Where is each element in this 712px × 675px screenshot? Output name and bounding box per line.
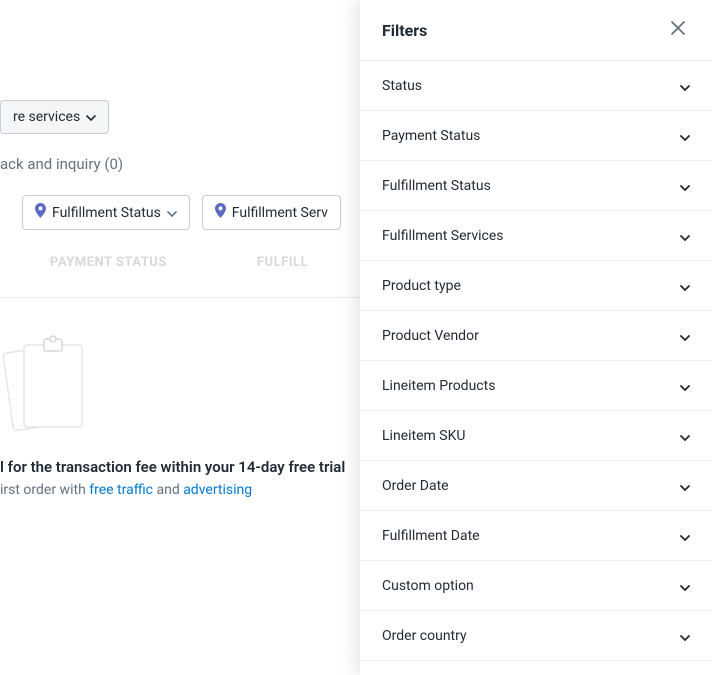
- filter-label: Payment Status: [382, 128, 480, 144]
- close-icon: [670, 20, 686, 40]
- filter-label: Lineitem Products: [382, 378, 495, 394]
- filter-row-order-date[interactable]: Order Date: [360, 461, 712, 511]
- tab-feedback-inquiry[interactable]: ack and inquiry (0): [0, 155, 123, 173]
- caret-down-icon: [680, 276, 690, 295]
- filter-row-order-country[interactable]: Order country: [360, 611, 712, 661]
- chip-fulfillment-status[interactable]: Fulfillment Status: [22, 195, 190, 230]
- filter-row-status[interactable]: Status: [360, 61, 712, 111]
- caret-down-icon: [86, 109, 96, 125]
- filter-row-fulfillment-status[interactable]: Fulfillment Status: [360, 161, 712, 211]
- caret-down-icon: [680, 426, 690, 445]
- filter-row-lineitem-sku[interactable]: Lineitem SKU: [360, 411, 712, 461]
- caret-down-icon: [680, 76, 690, 95]
- caret-down-icon: [680, 626, 690, 645]
- empty-state-subtitle: irst order with free traffic and adverti…: [0, 482, 252, 498]
- filter-label: Product type: [382, 278, 461, 294]
- filter-chip-row: Fulfillment Status Fulfillment Serv: [0, 195, 341, 230]
- caret-down-icon: [680, 176, 690, 195]
- close-button[interactable]: [666, 18, 690, 42]
- filter-label: Fulfillment Date: [382, 528, 480, 544]
- chip-fulfillment-services[interactable]: Fulfillment Serv: [202, 195, 341, 230]
- filters-header: Filters: [360, 0, 712, 61]
- caret-down-icon: [680, 226, 690, 245]
- link-free-traffic[interactable]: free traffic: [89, 482, 153, 498]
- filter-row-payment-status[interactable]: Payment Status: [360, 111, 712, 161]
- filter-row-fulfillment-services[interactable]: Fulfillment Services: [360, 211, 712, 261]
- filter-label: Order Date: [382, 478, 449, 494]
- filters-panel: Filters Status Payment Status Fulfillment …: [360, 0, 712, 675]
- filter-label: Order country: [382, 628, 467, 644]
- filters-list: Status Payment Status Fulfillment Status Fu…: [360, 61, 712, 675]
- filter-label: Product Vendor: [382, 328, 479, 344]
- filter-row-fulfillment-date[interactable]: Fulfillment Date: [360, 511, 712, 561]
- caret-down-icon: [680, 326, 690, 345]
- filter-row-custom-option[interactable]: Custom option: [360, 561, 712, 611]
- filters-title: Filters: [382, 21, 427, 40]
- filter-label: Fulfillment Status: [382, 178, 491, 194]
- filter-row-product-type[interactable]: Product type: [360, 261, 712, 311]
- filter-row-lineitem-products[interactable]: Lineitem Products: [360, 361, 712, 411]
- col-payment-status: PAYMENT STATUS: [50, 255, 167, 270]
- empty-state-title: l for the transaction fee within your 14…: [0, 458, 345, 476]
- caret-down-icon: [680, 476, 690, 495]
- caret-down-icon: [680, 576, 690, 595]
- filter-label: Fulfillment Services: [382, 228, 504, 244]
- col-fulfillment: FULFILL: [257, 255, 308, 270]
- caret-down-icon: [167, 205, 177, 221]
- caret-down-icon: [680, 526, 690, 545]
- chip-label: Fulfillment Serv: [232, 205, 328, 221]
- filter-label: Status: [382, 78, 422, 94]
- link-advertising[interactable]: advertising: [183, 482, 252, 498]
- more-services-label: re services: [13, 109, 80, 125]
- more-services-button[interactable]: re services: [0, 100, 109, 134]
- filter-label: Custom option: [382, 578, 474, 594]
- filter-row-product-vendor[interactable]: Product Vendor: [360, 311, 712, 361]
- pin-icon: [35, 203, 46, 222]
- caret-down-icon: [680, 126, 690, 145]
- clipboard-illustration: [0, 335, 90, 435]
- chip-label: Fulfillment Status: [52, 205, 161, 221]
- pin-icon: [215, 203, 226, 222]
- caret-down-icon: [680, 376, 690, 395]
- filter-label: Lineitem SKU: [382, 428, 465, 444]
